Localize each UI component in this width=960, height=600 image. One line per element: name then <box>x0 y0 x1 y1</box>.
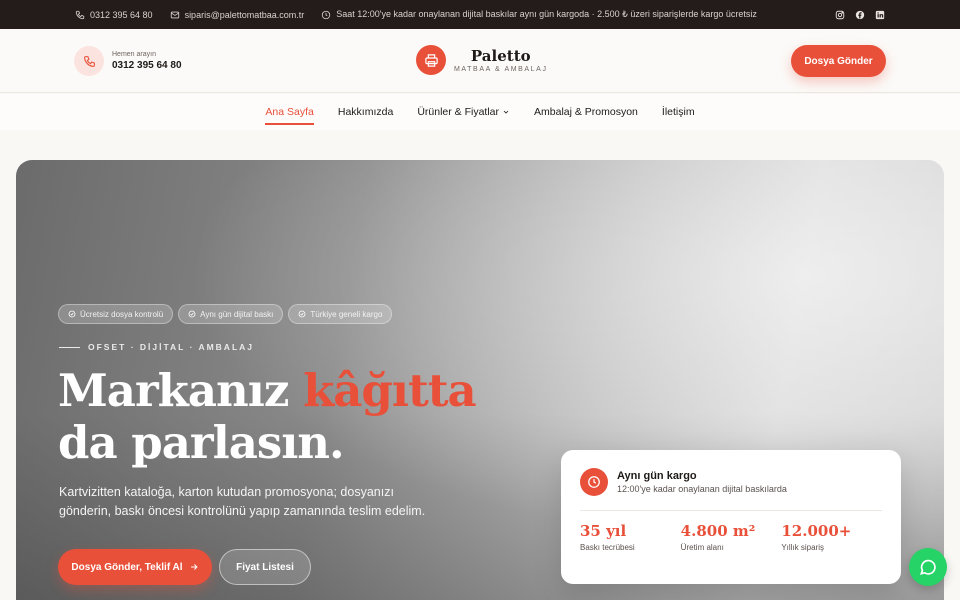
hero-section: Ücretsiz dosya kontrolü Aynı gün dijital… <box>16 160 944 600</box>
clock-icon <box>588 476 600 488</box>
nav-item-label: Ürünler & Fiyatlar <box>417 106 500 118</box>
send-file-quote-button[interactable]: Dosya Gönder, Teklif Al <box>58 549 212 585</box>
stat-yearly-orders: 12.000+ Yıllık sipariş <box>781 522 882 552</box>
badge-nationwide-shipping: Türkiye geneli kargo <box>288 304 393 324</box>
check-circle-icon <box>68 310 76 318</box>
mail-icon <box>170 11 179 18</box>
kicker-line <box>59 346 80 348</box>
badge-free-file-check: Ücretsiz dosya kontrolü <box>58 304 174 324</box>
whatsapp-chat-button[interactable] <box>909 548 947 586</box>
topbar-email-text: siparis@palettomatbaa.com.tr <box>184 9 305 20</box>
top-bar: 0312 395 64 80 siparis@palettomatbaa.com… <box>0 0 960 29</box>
badge-same-day-print: Aynı gün dijital baskı <box>178 304 284 324</box>
nav-item-label: Ambalaj & Promosyon <box>534 106 638 118</box>
topbar-notice-text: Saat 12:00'ye kadar onaylanan dijital ba… <box>336 9 757 19</box>
badge-label: Türkiye geneli kargo <box>310 309 383 319</box>
card-title: Aynı gün kargo <box>617 470 697 482</box>
stats-row: 35 yıl Baskı tecrübesi 4.800 m² Üretim a… <box>580 522 882 552</box>
hero-headline: Markanız kâğıtta da parlasın. <box>58 364 477 469</box>
chevron-down-icon <box>503 110 509 114</box>
facebook-icon[interactable] <box>855 10 865 20</box>
instagram-icon[interactable] <box>835 10 845 20</box>
send-file-button[interactable]: Dosya Gönder <box>791 45 886 77</box>
stat-label: Baskı tecrübesi <box>580 543 635 552</box>
brand-name: Paletto <box>470 47 531 65</box>
phone-icon <box>83 55 95 67</box>
cta-label: Dosya Gönder, Teklif Al <box>71 561 183 573</box>
nav-item-label: Hakkımızda <box>337 106 394 118</box>
badge-label: Ücretsiz dosya kontrolü <box>80 309 164 319</box>
shipping-info-card: Aynı gün kargo 12:00'ye kadar onaylanan … <box>561 450 901 584</box>
nav-item-home[interactable]: Ana Sayfa <box>265 102 315 125</box>
stat-value: 4.800 m² <box>680 522 756 540</box>
headline-part-2: da parlasın. <box>58 416 345 469</box>
site-header: Hemen arayın 0312 395 64 80 Paletto MATB… <box>0 29 960 93</box>
topbar-email[interactable]: siparis@palettomatbaa.com.tr <box>170 9 305 20</box>
clock-badge <box>580 468 608 496</box>
brand-tagline: MATBAA & AMBALAJ <box>454 66 548 73</box>
headline-part-1: Markanız <box>58 364 304 417</box>
stat-label: Üretim alanı <box>680 543 724 552</box>
nav-item-label: Ana Sayfa <box>265 106 314 118</box>
check-circle-icon <box>298 310 306 318</box>
headline-accent: kâğıtta <box>303 364 477 417</box>
main-nav: Ana Sayfa Hakkımızda Ürünler & Fiyatlar … <box>0 94 960 130</box>
hero-description: Kartvizitten kataloğa, karton kutudan pr… <box>59 485 426 518</box>
phone-circle <box>74 46 104 76</box>
stat-production-area: 4.800 m² Üretim alanı <box>681 522 782 552</box>
arrow-right-icon <box>190 564 198 570</box>
brand-logo[interactable]: Paletto MATBAA & AMBALAJ <box>416 45 548 75</box>
clock-icon <box>322 10 331 19</box>
stat-value: 12.000+ <box>781 522 852 540</box>
phone-icon <box>75 10 85 19</box>
call-block[interactable]: Hemen arayın 0312 395 64 80 <box>74 46 182 76</box>
kicker-text: OFSET · DİJİTAL · AMBALAJ <box>88 342 255 352</box>
social-links <box>835 10 885 20</box>
card-subtitle: 12:00'ye kadar onaylanan dijital baskıla… <box>617 484 787 494</box>
topbar-phone[interactable]: 0312 395 64 80 <box>75 10 153 20</box>
call-number: 0312 395 64 80 <box>112 60 182 71</box>
chat-bubble-icon <box>920 559 936 575</box>
hero-kicker: OFSET · DİJİTAL · AMBALAJ <box>59 342 254 352</box>
topbar-phone-text: 0312 395 64 80 <box>90 9 153 20</box>
price-list-button[interactable]: Fiyat Listesi <box>219 549 311 585</box>
nav-item-contact[interactable]: İletişim <box>662 102 695 122</box>
badge-label: Aynı gün dijital baskı <box>200 309 274 319</box>
hero-badges: Ücretsiz dosya kontrolü Aynı gün dijital… <box>58 304 393 324</box>
nav-item-about[interactable]: Hakkımızda <box>338 102 393 122</box>
linkedin-icon[interactable] <box>875 10 885 20</box>
stat-experience: 35 yıl Baskı tecrübesi <box>580 522 681 552</box>
check-circle-icon <box>188 310 196 318</box>
call-label: Hemen arayın <box>112 51 156 58</box>
printer-icon <box>424 53 438 67</box>
stat-label: Yıllık sipariş <box>781 543 825 552</box>
nav-item-products[interactable]: Ürünler & Fiyatlar <box>417 102 510 122</box>
nav-item-label: İletişim <box>661 106 695 118</box>
nav-item-packaging[interactable]: Ambalaj & Promosyon <box>534 102 638 122</box>
topbar-notice: Saat 12:00'ye kadar onaylanan dijital ba… <box>321 9 757 20</box>
card-divider <box>580 510 882 511</box>
printer-logo-badge <box>416 45 446 75</box>
stat-value: 35 yıl <box>580 522 627 540</box>
